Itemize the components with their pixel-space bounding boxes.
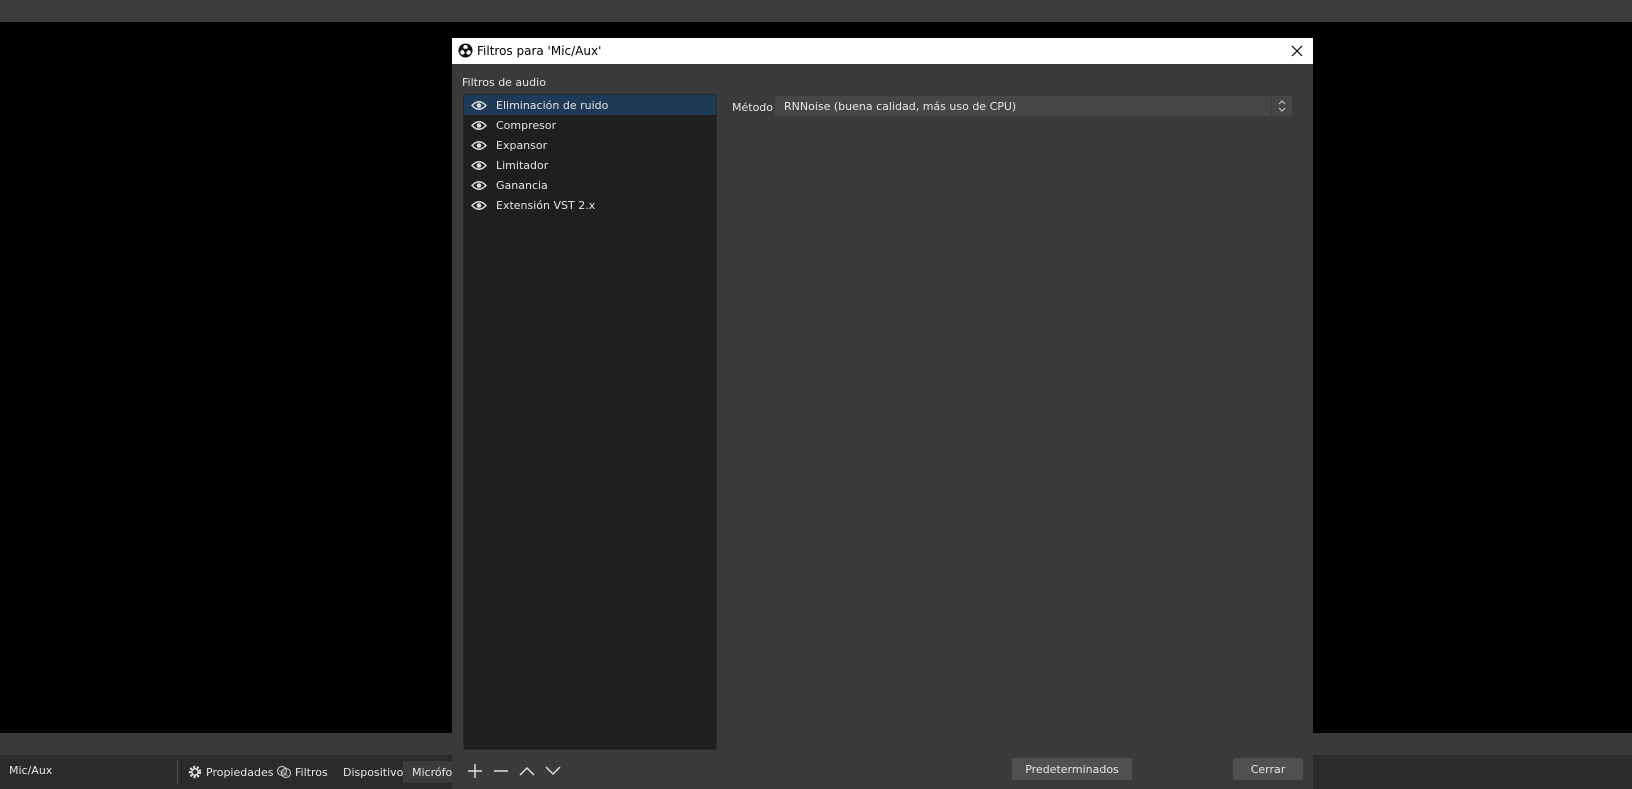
filters-button[interactable]: Filtros (276, 761, 328, 783)
visibility-eye-icon[interactable] (471, 99, 487, 111)
properties-label: Propiedades (206, 765, 274, 779)
filter-item-compressor[interactable]: Compresor (464, 115, 716, 135)
filters-dialog: Filtros para 'Mic/Aux' Filtros de audio … (452, 38, 1313, 789)
filters-label: Filtros (295, 765, 328, 779)
gear-icon (188, 765, 202, 779)
filter-item-vst-plugin[interactable]: Extensión VST 2.x (464, 195, 716, 215)
chevron-up-icon (519, 766, 535, 776)
filter-item-label: Expansor (496, 138, 548, 152)
audio-filter-list: Eliminación de ruido Compresor Expansor … (463, 94, 717, 750)
filter-item-noise-suppression[interactable]: Eliminación de ruido (464, 95, 716, 115)
device-label: Dispositivo (343, 765, 404, 779)
move-filter-down-button[interactable] (544, 762, 562, 780)
filter-item-label: Extensión VST 2.x (496, 198, 596, 212)
filter-item-expander[interactable]: Expansor (464, 135, 716, 155)
filter-list-toolbar (466, 758, 562, 784)
chevron-down-icon (545, 766, 561, 776)
close-window-button[interactable] (1287, 41, 1307, 61)
visibility-eye-icon[interactable] (471, 119, 487, 131)
move-filter-up-button[interactable] (518, 762, 536, 780)
add-filter-button[interactable] (466, 762, 484, 780)
properties-button[interactable]: Propiedades (187, 761, 273, 783)
defaults-button-label: Predeterminados (1025, 762, 1119, 776)
dropdown-arrows-icon (1271, 96, 1292, 116)
visibility-eye-icon[interactable] (471, 159, 487, 171)
dialog-titlebar: Filtros para 'Mic/Aux' (452, 38, 1313, 64)
filter-item-label: Ganancia (496, 178, 548, 192)
device-value: Micrófono (412, 765, 453, 779)
visibility-eye-icon[interactable] (471, 179, 487, 191)
filter-item-label: Compresor (496, 118, 557, 132)
method-select[interactable]: RNNoise (buena calidad, más uso de CPU) (775, 96, 1292, 116)
method-value: RNNoise (buena calidad, más uso de CPU) (784, 99, 1017, 113)
minus-icon (494, 770, 508, 772)
filter-item-label: Limitador (496, 158, 549, 172)
remove-filter-button[interactable] (492, 762, 510, 780)
filter-icon (276, 765, 292, 779)
filter-item-limiter[interactable]: Limitador (464, 155, 716, 175)
close-button-label: Cerrar (1250, 762, 1286, 776)
visibility-eye-icon[interactable] (471, 199, 487, 211)
visibility-eye-icon[interactable] (471, 139, 487, 151)
device-select[interactable]: Micrófono (403, 761, 453, 783)
plus-icon (468, 764, 482, 778)
source-name: Mic/Aux (9, 764, 53, 777)
defaults-button[interactable]: Predeterminados (1012, 758, 1132, 780)
close-button[interactable]: Cerrar (1233, 758, 1303, 780)
close-icon (1291, 45, 1303, 57)
audio-filters-heading: Filtros de audio (462, 76, 546, 89)
method-label: Método (732, 101, 774, 114)
dialog-title: Filtros para 'Mic/Aux' (477, 44, 602, 58)
top-menu-bar (0, 0, 1632, 22)
filter-item-label: Eliminación de ruido (496, 98, 609, 112)
obs-logo-icon (458, 43, 473, 58)
toolbar-divider (177, 760, 178, 784)
filter-item-gain[interactable]: Ganancia (464, 175, 716, 195)
